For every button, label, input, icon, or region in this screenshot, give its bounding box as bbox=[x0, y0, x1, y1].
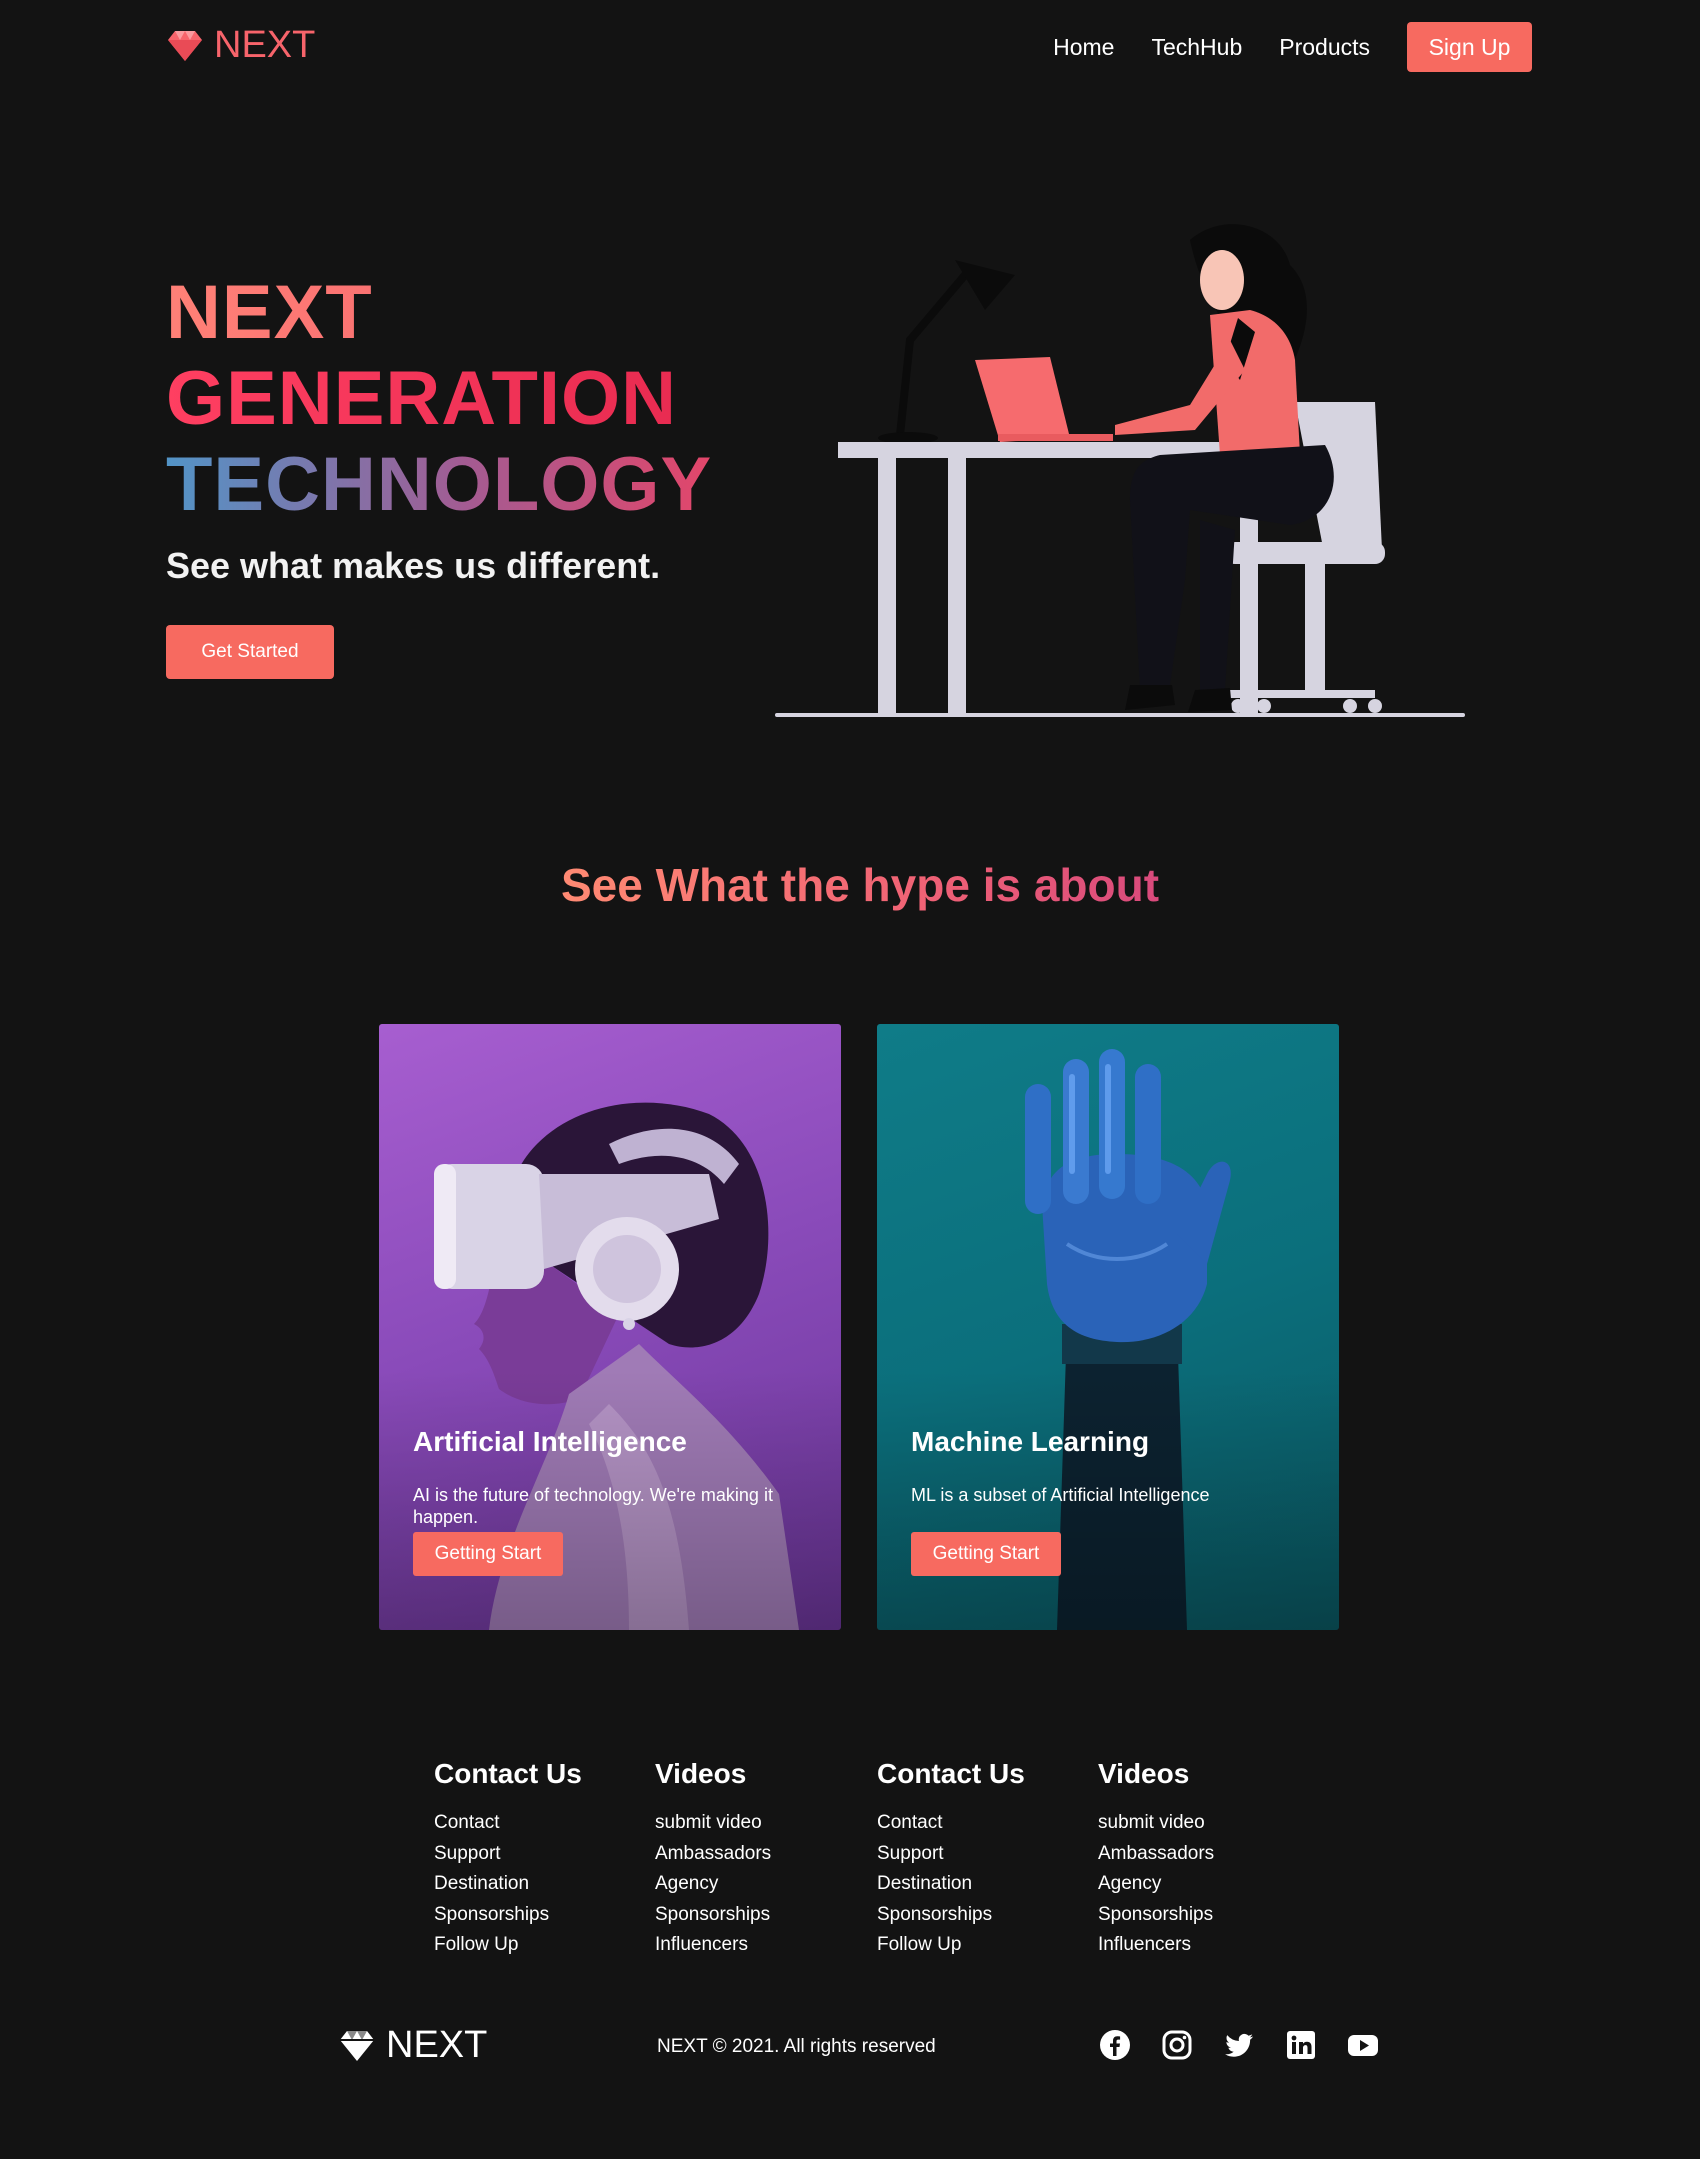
copyright-text: NEXT © 2021. All rights reserved bbox=[657, 2036, 936, 2057]
get-started-button[interactable]: Get Started bbox=[166, 625, 334, 679]
footer-link[interactable]: Contact bbox=[877, 1808, 1025, 1839]
footer-column-heading: Videos bbox=[1098, 1758, 1190, 1789]
footer-link[interactable]: Agency bbox=[655, 1869, 771, 1900]
footer-link[interactable]: Agency bbox=[1098, 1869, 1214, 1900]
card-title: Machine Learning bbox=[911, 1426, 1150, 1457]
footer-column-contact-us: Contact Us Contact Support Destination S… bbox=[434, 1758, 582, 1961]
card-machine-learning[interactable]: Machine Learning ML is a subset of Artif… bbox=[877, 1024, 1339, 1630]
instagram-icon[interactable] bbox=[1161, 2029, 1193, 2061]
nav-link-home[interactable]: Home bbox=[1053, 34, 1114, 61]
footer-link-list: Contact Support Destination Sponsorships… bbox=[877, 1808, 1025, 1961]
footer-brand-text: NEXT bbox=[386, 2024, 488, 2066]
nav-brand-text: NEXT bbox=[214, 24, 316, 66]
footer-link[interactable]: Ambassadors bbox=[655, 1839, 771, 1870]
footer-link[interactable]: Influencers bbox=[655, 1930, 771, 1961]
card-artificial-intelligence[interactable]: Artificial Intelligence AI is the future… bbox=[379, 1024, 841, 1630]
signup-button[interactable]: Sign Up bbox=[1407, 22, 1532, 72]
section-title-text: See What the hype is about bbox=[560, 859, 1160, 911]
footer-link[interactable]: Follow Up bbox=[877, 1930, 1025, 1961]
hero-title-line-3: TECHNOLOGY bbox=[166, 442, 713, 527]
footer-link[interactable]: Sponsorships bbox=[1098, 1900, 1214, 1931]
section-title: See What the hype is about bbox=[0, 858, 1700, 912]
footer-link[interactable]: Sponsorships bbox=[434, 1900, 582, 1931]
hero-illustration bbox=[775, 224, 1465, 717]
footer-link[interactable]: Sponsorships bbox=[877, 1900, 1025, 1931]
footer-link[interactable]: Destination bbox=[434, 1869, 582, 1900]
footer-link[interactable]: submit video bbox=[655, 1808, 771, 1839]
card-description: AI is the future of technology. We're ma… bbox=[413, 1485, 773, 1527]
footer-column-heading: Contact Us bbox=[877, 1758, 1025, 1789]
hero-title: NEXT GENERATION TECHNOLOGY bbox=[166, 270, 712, 528]
footer-column-videos: Videos submit video Ambassadors Agency S… bbox=[655, 1758, 771, 1961]
nav-link-techhub[interactable]: TechHub bbox=[1151, 34, 1242, 61]
footer-link[interactable]: Support bbox=[877, 1839, 1025, 1870]
navbar: NEXT Home TechHub Products Sign Up bbox=[0, 0, 1700, 92]
gem-icon bbox=[168, 30, 202, 61]
nav-link-products[interactable]: Products bbox=[1279, 34, 1370, 61]
footer-link-list: Contact Support Destination Sponsorships… bbox=[434, 1808, 582, 1961]
footer-link-list: submit video Ambassadors Agency Sponsors… bbox=[1098, 1808, 1214, 1961]
social-links bbox=[1099, 2029, 1379, 2061]
hero-subtitle: See what makes us different. bbox=[166, 545, 661, 586]
footer-link[interactable]: Contact bbox=[434, 1808, 582, 1839]
footer-link[interactable]: Support bbox=[434, 1839, 582, 1870]
getting-start-button[interactable]: Getting Start bbox=[413, 1532, 563, 1576]
hero-title-line-1: NEXT bbox=[166, 270, 712, 356]
footer-link-list: submit video Ambassadors Agency Sponsors… bbox=[655, 1808, 771, 1961]
nav-links: Home TechHub Products Sign Up bbox=[1053, 22, 1532, 72]
footer-column-videos-2: Videos submit video Ambassadors Agency S… bbox=[1098, 1758, 1214, 1961]
footer-link[interactable]: Sponsorships bbox=[655, 1900, 771, 1931]
footer-link[interactable]: Ambassadors bbox=[1098, 1839, 1214, 1870]
footer-column-contact-us-2: Contact Us Contact Support Destination S… bbox=[877, 1758, 1025, 1961]
gem-icon bbox=[340, 2030, 374, 2061]
facebook-icon[interactable] bbox=[1099, 2029, 1131, 2061]
footer-column-heading: Videos bbox=[655, 1758, 747, 1789]
card-description: ML is a subset of Artificial Intelligenc… bbox=[911, 1485, 1210, 1505]
getting-start-button[interactable]: Getting Start bbox=[911, 1532, 1061, 1576]
card-title: Artificial Intelligence bbox=[413, 1426, 687, 1457]
footer-link[interactable]: Influencers bbox=[1098, 1930, 1214, 1961]
footer-column-heading: Contact Us bbox=[434, 1758, 582, 1789]
footer-link[interactable]: submit video bbox=[1098, 1808, 1214, 1839]
hero-title-line-2: GENERATION bbox=[166, 356, 712, 442]
footer-link[interactable]: Destination bbox=[877, 1869, 1025, 1900]
footer-logo[interactable]: NEXT bbox=[338, 2024, 487, 2067]
linkedin-icon[interactable] bbox=[1285, 2029, 1317, 2061]
youtube-icon[interactable] bbox=[1347, 2029, 1379, 2061]
nav-logo[interactable]: NEXT bbox=[166, 24, 315, 67]
footer-link[interactable]: Follow Up bbox=[434, 1930, 582, 1961]
twitter-icon[interactable] bbox=[1223, 2029, 1255, 2061]
